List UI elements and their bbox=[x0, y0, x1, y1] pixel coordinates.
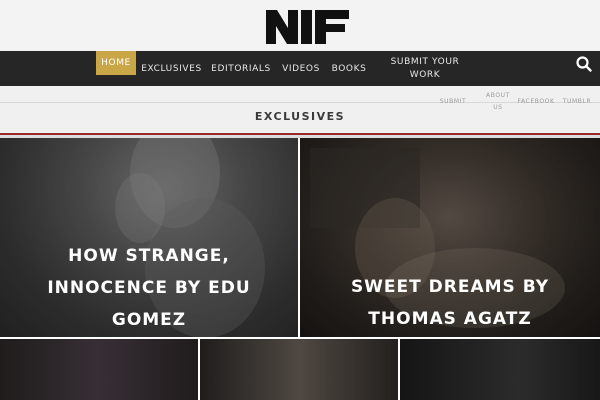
article-title: How strange, innocence by Edu Gomez bbox=[47, 246, 251, 330]
article-card[interactable] bbox=[0, 339, 198, 400]
article-card[interactable]: Sweet dreams by Thomas Agatz bbox=[300, 138, 600, 337]
nav-item-exclusives[interactable]: Exclusives bbox=[141, 51, 202, 86]
article-title: Sweet dreams by Thomas Agatz bbox=[350, 277, 550, 329]
nav-item-label: Home bbox=[101, 58, 131, 68]
section-title: EXCLUSIVES bbox=[254, 110, 346, 123]
sublink-label: Facebook bbox=[517, 98, 555, 105]
search-icon[interactable] bbox=[574, 54, 594, 74]
nav-item-home[interactable]: Home bbox=[96, 51, 136, 75]
nav-item-label: Books bbox=[331, 63, 367, 74]
nav-item-label-line2: Work bbox=[409, 69, 441, 80]
nav-item-label-line1: Submit your bbox=[390, 56, 460, 67]
nav-item-videos[interactable]: Videos bbox=[281, 51, 321, 86]
nav-item-label-group: Submit your Work bbox=[391, 56, 460, 82]
sublink-tumblr[interactable]: Tumblr bbox=[562, 96, 592, 108]
nav-item-label: Exclusives bbox=[141, 63, 202, 74]
nav-item-submit-your-work[interactable]: Submit your Work bbox=[389, 51, 461, 86]
sublink-label: Tumblr bbox=[562, 98, 592, 105]
nav-item-editorials[interactable]: Editorials bbox=[211, 51, 271, 86]
main-nav: Home Exclusives Editorials Videos Books … bbox=[0, 51, 600, 86]
sublink-label: Submit bbox=[439, 98, 467, 105]
article-card[interactable] bbox=[400, 339, 600, 400]
sublink-label-line1: About bbox=[486, 92, 510, 99]
nav-item-label: Editorials bbox=[211, 63, 271, 74]
card-overlay bbox=[400, 339, 600, 400]
card-overlay bbox=[200, 339, 398, 400]
article-card[interactable] bbox=[200, 339, 398, 400]
sublink-submit[interactable]: Submit bbox=[438, 96, 468, 108]
site-header bbox=[0, 0, 600, 51]
site-logo[interactable] bbox=[266, 10, 349, 44]
card-overlay bbox=[0, 339, 198, 400]
sublink-facebook[interactable]: Facebook bbox=[517, 96, 555, 108]
article-card[interactable]: How strange, innocence by Edu Gomez bbox=[0, 138, 298, 337]
nav-item-books[interactable]: Books bbox=[330, 51, 368, 86]
nav-item-label: Videos bbox=[282, 63, 320, 74]
